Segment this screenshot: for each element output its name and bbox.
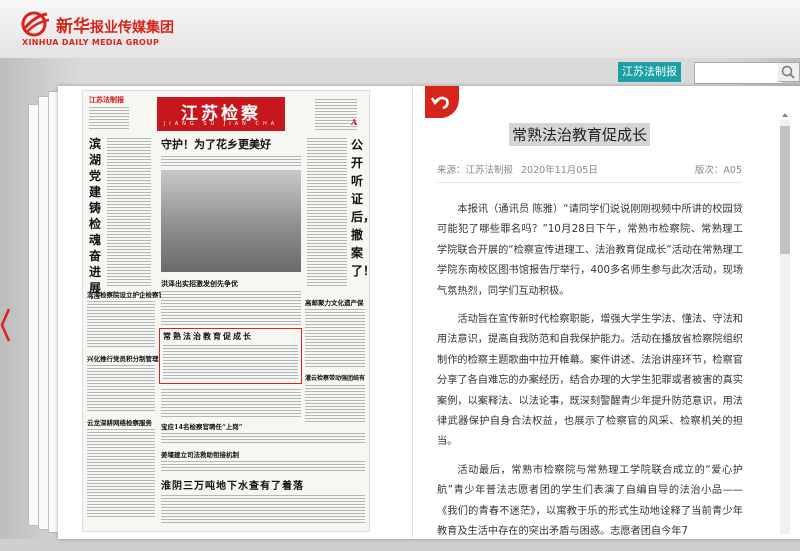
story-text-1 [87, 299, 155, 349]
site-logo[interactable]: 新华报业传媒集团 XINHUA DAILY MEDIA GROUP [20, 6, 174, 52]
article-paragraph-3: 活动最后，常熟市检察院与常熟理工学院联合成立的“爱心护航”青少年普法志愿者团的学… [437, 464, 743, 538]
scrollbar-thumb[interactable] [780, 126, 790, 254]
prev-page-arrow-icon[interactable] [0, 305, 10, 345]
story-text-8 [161, 431, 365, 445]
story-headline-4: 兴化推行党员积分制管理 [87, 355, 159, 363]
story-headline-2: 洪泽出实招激发创先争优 [161, 279, 238, 288]
left-column-text [107, 136, 151, 286]
right-column-text [307, 136, 347, 286]
search-input[interactable] [694, 62, 784, 84]
story-headline-10: 淮阴三万吨地下水查有了着落 [161, 481, 304, 492]
story-headline-8: 宝应14名检察官聘任“上岗” [161, 423, 243, 431]
newspaper-thumbnail[interactable]: 江苏法制报 江苏检察 JIANG SU JIAN CHA A 守护！为了花乡更美… [82, 90, 370, 532]
story-text-9 [161, 459, 365, 473]
story-text-6-cont [161, 387, 301, 417]
article-page: 常熟法治教育促成长 来源：江苏法制报 2020年11月05日 版次：A05 本报… [413, 86, 800, 539]
lead-photo [161, 170, 301, 272]
story-text-5 [87, 427, 155, 517]
logo-en-text: XINHUA DAILY MEDIA GROUP [22, 38, 160, 47]
article-paragraph-1: 本报讯（通讯员 陈雅）“请同学们说说刚刚视频中所讲的校园贷可能犯了哪些罪名吗？”… [437, 204, 743, 297]
story-headline-9: 姜堰建立司法救助衔接机制 [161, 451, 239, 459]
article-body: 本报讯（通讯员 陈雅）“请同学们说说刚刚视频中所讲的校园贷可能犯了哪些罪名吗？”… [437, 200, 743, 551]
top-header: 新华报业传媒集团 XINHUA DAILY MEDIA GROUP [0, 0, 800, 58]
newspaper-reader: 江苏法制报 江苏检察 JIANG SU JIAN CHA A 守护！为了花乡更美… [58, 86, 800, 539]
article-date: 2020年11月05日 [521, 165, 598, 176]
story-text-3 [305, 307, 365, 367]
lead-story-text [161, 154, 301, 168]
section-letter: A [351, 117, 358, 127]
article-meta: 来源：江苏法制报 2020年11月05日 版次：A05 [437, 162, 742, 178]
search-icon [781, 65, 795, 79]
logo-cn-text: 新华报业传媒集团 [56, 12, 174, 37]
article-paragraph-2: 活动旨在宣传新时代检察职能，增强大学生学法、懂法、守法和用法意识，提高自我防范和… [437, 314, 743, 448]
newspaper-name-button[interactable]: 江苏法制报 [618, 62, 681, 82]
story-text-2 [161, 289, 301, 325]
scroll-up-arrow-icon[interactable] [780, 110, 790, 120]
article-edition: 版次：A05 [694, 165, 742, 176]
newspaper-dateline [89, 105, 129, 129]
selected-article-text [163, 343, 298, 379]
newspaper-brand: 江苏法制报 [89, 95, 124, 104]
back-arrow-icon[interactable] [419, 86, 459, 118]
logo-cn-rest: 报业传媒集团 [90, 20, 174, 36]
story-text-4 [87, 363, 155, 413]
meta-divider [437, 182, 742, 183]
logo-mark-icon [21, 11, 50, 37]
article-title: 常熟法治教育促成长 [509, 123, 651, 146]
story-text-10 [161, 493, 365, 523]
story-text-7 [305, 383, 365, 423]
article-source: 来源：江苏法制报 [437, 165, 514, 176]
story-headline-5: 云龙深耕网络检察服务 [87, 419, 152, 427]
selected-article-headline: 常熟法治教育促成长 [163, 331, 253, 341]
logo-cn-bold: 新华 [56, 17, 90, 37]
selected-article-region[interactable]: 常熟法治教育促成长 [159, 328, 302, 384]
story-headline-1: 滨海检察院设立护企检察官 [87, 291, 165, 299]
search-button[interactable] [778, 62, 800, 82]
side-headline-right: 公开听证后，撤案了！ [351, 138, 369, 278]
lead-headline: 守护！为了花乡更美好 [161, 138, 271, 151]
masthead-subtitle: JIANG SU JIAN CHA [163, 121, 279, 127]
newspaper-masthead: 江苏检察 JIANG SU JIAN CHA [157, 97, 285, 131]
newspaper-page: 江苏法制报 江苏检察 JIANG SU JIAN CHA A 守护！为了花乡更美… [58, 86, 413, 539]
